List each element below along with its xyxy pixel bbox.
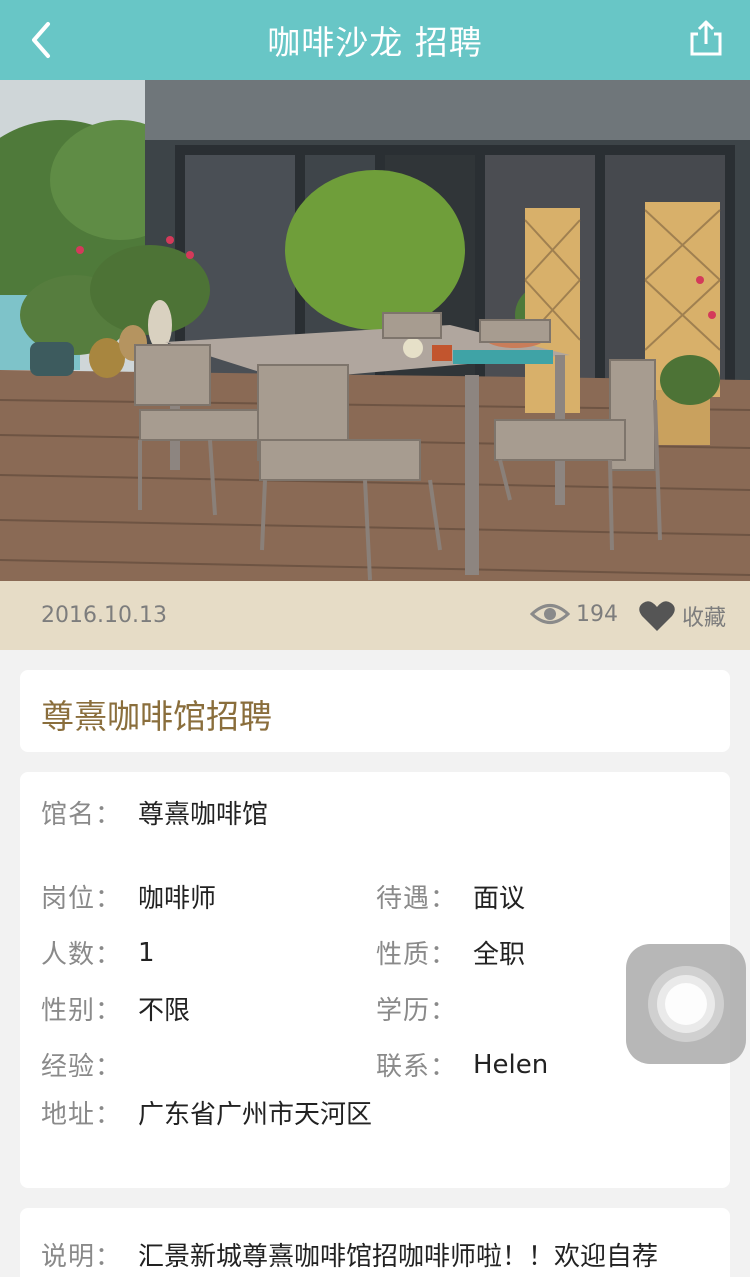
assistive-touch-button[interactable] [626, 944, 746, 1064]
employment-type-row: 性质： 全职 [376, 934, 525, 971]
back-button[interactable] [24, 18, 64, 62]
view-count-value: 194 [576, 601, 618, 627]
description-text: 汇景新城尊熹咖啡馆招咖啡师啦！！欢迎自荐 [138, 1242, 659, 1272]
experience-row: 经验： [41, 1046, 138, 1083]
headcount-value: 1 [138, 937, 155, 968]
job-detail-page: 咖啡沙龙 招聘 2016.10.13 194 收藏 尊熹咖啡馆招聘 馆名： 尊熹… [0, 0, 750, 1277]
share-button[interactable] [686, 16, 726, 60]
description-row: 说明： 汇景新城尊熹咖啡馆招咖啡师啦！！欢迎自荐 [41, 1236, 658, 1273]
gender-value: 不限 [138, 996, 191, 1026]
eye-icon [530, 604, 570, 624]
job-title: 尊熹咖啡馆招聘 [41, 697, 272, 736]
favorite-label: 收藏 [682, 606, 727, 631]
page-title: 咖啡沙龙 招聘 [267, 23, 483, 62]
headcount-row: 人数： 1 [41, 934, 155, 971]
contact-value: Helen [473, 1049, 549, 1080]
salary-row: 待遇： 面议 [376, 878, 525, 915]
address-row: 地址： 广东省广州市天河区 [41, 1094, 372, 1131]
address-value: 广东省广州市天河区 [138, 1100, 373, 1130]
description-card: 说明： 汇景新城尊熹咖啡馆招咖啡师啦！！欢迎自荐 [20, 1208, 730, 1277]
favorite-button[interactable]: 收藏 [638, 599, 726, 633]
address-label: 地址： [41, 1100, 123, 1130]
salary-label: 待遇： [376, 884, 458, 914]
venue-label: 馆名： [41, 800, 123, 830]
experience-label: 经验： [41, 1052, 123, 1082]
view-count: 194 [530, 599, 618, 629]
chevron-left-icon [32, 22, 50, 58]
meta-bar: 2016.10.13 194 收藏 [0, 581, 750, 650]
heart-icon [639, 601, 675, 631]
position-label: 岗位： [41, 884, 123, 914]
venue-value: 尊熹咖啡馆 [138, 800, 269, 830]
position-value: 咖啡师 [138, 884, 217, 914]
venue-row: 馆名： 尊熹咖啡馆 [41, 794, 268, 831]
contact-label: 联系： [376, 1052, 458, 1082]
share-icon [690, 20, 722, 56]
employment-type-value: 全职 [473, 940, 526, 970]
position-row: 岗位： 咖啡师 [41, 878, 216, 915]
headcount-label: 人数： [41, 940, 123, 970]
job-info-card: 馆名： 尊熹咖啡馆 岗位： 咖啡师 待遇： 面议 人数： 1 性质： 全职 性别… [20, 772, 730, 1188]
gender-row: 性别： 不限 [41, 990, 190, 1027]
description-label: 说明： [41, 1242, 123, 1272]
education-label: 学历： [376, 996, 458, 1026]
education-row: 学历： [376, 990, 473, 1027]
hero-photo [0, 80, 750, 581]
salary-value: 面议 [473, 884, 526, 914]
contact-row: 联系： Helen [376, 1046, 548, 1083]
job-title-card: 尊熹咖啡馆招聘 [20, 670, 730, 752]
employment-type-label: 性质： [376, 940, 458, 970]
gender-label: 性别： [41, 996, 123, 1026]
nav-bar: 咖啡沙龙 招聘 [0, 0, 750, 80]
assistive-touch-icon [665, 983, 707, 1025]
publish-date: 2016.10.13 [41, 603, 167, 628]
